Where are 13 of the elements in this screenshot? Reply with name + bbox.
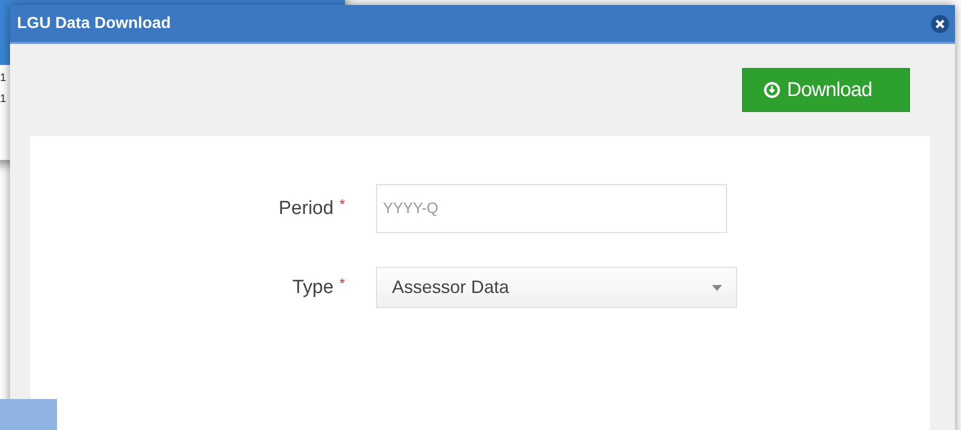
input-field[interactable]: YYYY-Q	[376, 184, 727, 233]
field-label: Period	[278, 198, 334, 220]
highlight-block	[0, 399, 57, 430]
select-dropdown[interactable]: Assessor Data	[376, 267, 737, 308]
download-icon	[763, 81, 781, 99]
dialog-title: LGU Data Download	[17, 14, 171, 32]
field-label: Type	[292, 276, 334, 298]
table-cell-text: 1	[0, 71, 6, 86]
close-icon[interactable]	[931, 14, 949, 32]
caret-icon	[712, 284, 722, 290]
required-mark: *	[340, 274, 345, 290]
table-cell-text: 1	[0, 92, 6, 107]
required-mark: *	[340, 196, 345, 212]
